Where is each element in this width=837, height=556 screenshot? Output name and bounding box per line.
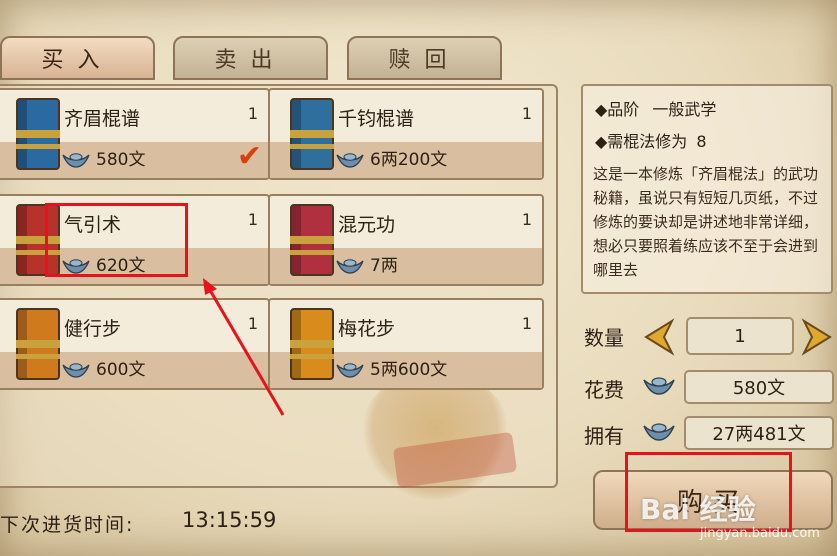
silver-ingot-icon [643,377,675,395]
item-price: 6两200文 [370,150,448,170]
cost-label: 花费 [584,378,624,402]
item-card[interactable]: 齐眉棍谱 1 580文 ✔ [0,88,270,180]
book-icon [290,98,334,170]
silver-ingot-icon [336,363,364,378]
item-price: 5两600文 [370,360,448,380]
tab-sell-label: 卖出 [214,48,287,73]
item-name: 齐眉棍谱 [64,108,141,130]
item-card[interactable]: 梅花步 1 5两600文 [268,298,544,390]
watermark-brand: Bai 经验 [640,493,756,526]
item-price: 580文 [96,150,146,170]
annotation-arrow-icon [203,278,285,416]
selected-check-icon: ✔ [236,139,262,174]
tab-buy-label: 买入 [41,48,114,73]
requirement-label: ◆需棍法修为 [595,132,688,151]
tab-buy[interactable]: 买入 [0,36,155,80]
item-count: 1 [521,104,532,123]
silver-ingot-icon [62,363,90,378]
grade-row: ◆品阶 一般武学 [595,96,716,120]
requirement-row: ◆需棍法修为 8 [595,128,707,152]
cost-value: 580文 [684,370,834,404]
silver-ingot-icon [336,259,364,274]
grade-label: ◆品阶 [595,100,640,119]
highlight-box-item [45,203,188,277]
quantity-input[interactable]: 1 [686,317,794,355]
item-name: 梅花步 [338,318,396,340]
grade-value: 一般武学 [652,100,717,119]
item-count: 1 [247,210,258,229]
silver-ingot-icon [336,153,364,168]
item-card[interactable]: 千钧棍谱 1 6两200文 [268,88,544,180]
silver-ingot-icon [62,153,90,168]
item-count: 1 [521,314,532,333]
item-name: 千钧棍谱 [338,108,415,130]
quantity-label: 数量 [584,326,624,350]
item-price: 7两 [370,256,398,276]
item-price: 600文 [96,360,146,380]
book-icon [290,204,334,276]
book-icon [290,308,334,380]
item-count: 1 [521,210,532,229]
item-name: 健行步 [64,318,122,340]
item-count: 1 [247,104,258,123]
book-icon [16,98,60,170]
owned-label: 拥有 [584,424,624,448]
tab-redeem-label: 赎回 [388,48,461,73]
decrease-arrow-icon[interactable] [642,318,676,356]
restock-label: 下次进货时间: [0,514,135,536]
item-card[interactable]: 混元功 1 7两 [268,194,544,286]
item-description: 这是一本修炼「齐眉棍法」的武功秘籍，虽说只有短短几页纸，不过修炼的要诀却是讲述地… [593,165,819,279]
tab-sell[interactable]: 卖出 [173,36,328,80]
book-icon [16,308,60,380]
increase-arrow-icon[interactable] [800,318,834,356]
watermark-url: jingyan.baidu.com [700,526,820,541]
owned-value: 27两481文 [684,416,834,450]
silver-ingot-icon [643,423,675,441]
tab-redeem[interactable]: 赎回 [347,36,502,80]
item-detail-panel[interactable]: ◆品阶 一般武学 ◆需棍法修为 8 这是一本修炼「齐眉棍法」的武功秘籍，虽说只有… [581,84,833,294]
item-name: 混元功 [338,214,396,236]
requirement-value: 8 [696,132,707,151]
restock-timer: 13:15:59 [182,508,277,532]
